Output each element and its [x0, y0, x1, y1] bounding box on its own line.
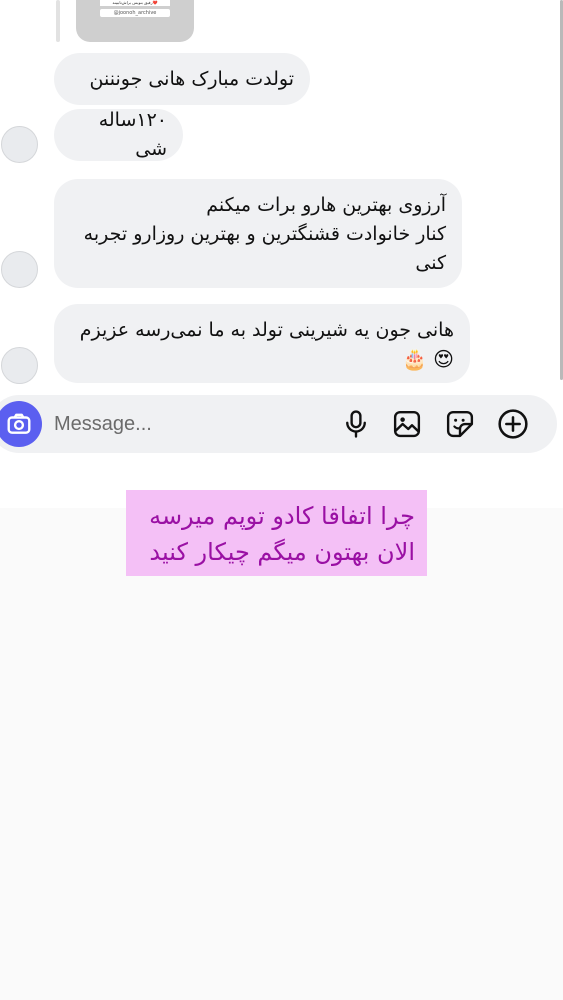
overlay-text-note: چرا اتفاقا کادو توپم میرسه الان بهتون می… [126, 490, 427, 576]
microphone-icon [346, 410, 366, 438]
message-bubble[interactable]: تولدت مبارک هانی جونننن [54, 53, 310, 105]
avatar[interactable] [1, 251, 38, 288]
sticker-button[interactable] [443, 407, 477, 441]
message-emoji-row: 😍 🎂 [70, 345, 454, 375]
message-text-line: کنی [415, 252, 446, 274]
heart-eyes-emoji: 😍 [433, 347, 454, 371]
message-text: هانی جون یه شیرینی تولد به ما نمی‌رسه عز… [79, 319, 454, 341]
message-text: ۱۲۰ساله شی [98, 109, 167, 160]
birthday-cake-emoji: 🎂 [402, 347, 428, 371]
add-attachment-button[interactable] [496, 407, 530, 441]
message-input[interactable] [54, 408, 314, 440]
message-text-line: آرزوی بهترین هارو برات میکنم [206, 194, 446, 216]
gallery-button[interactable] [390, 407, 424, 441]
reply-indicator-line [56, 0, 60, 42]
shared-post-thumbnail[interactable]: رفیق بنویس براش‌تا‌ببینه❤️ @joonoh_archi… [76, 0, 194, 42]
overlay-text-line: الان بهتون میگم چیکار کنید [149, 538, 415, 566]
avatar[interactable] [1, 347, 38, 384]
voice-message-button[interactable] [339, 407, 373, 441]
overlay-text-line: چرا اتفاقا کادو توپم میرسه [149, 502, 415, 530]
message-text-line: کنار خانوادت قشنگترین و بهترین روزارو تج… [83, 223, 446, 245]
sticker-icon [446, 410, 474, 438]
gallery-icon [393, 410, 421, 438]
avatar[interactable] [1, 126, 38, 163]
shared-post-handle: @joonoh_archive [100, 9, 170, 17]
message-bubble[interactable]: آرزوی بهترین هارو برات میکنم کنار خانواد… [54, 179, 462, 288]
add-circle-icon [498, 409, 528, 439]
message-text: تولدت مبارک هانی جونننن [89, 67, 294, 90]
camera-icon [7, 413, 31, 434]
shared-post-caption: رفیق بنویس براش‌تا‌ببینه❤️ [100, 0, 170, 6]
message-bubble[interactable]: ۱۲۰ساله شی [54, 109, 183, 161]
message-bubble[interactable]: هانی جون یه شیرینی تولد به ما نمی‌رسه عز… [54, 304, 470, 383]
